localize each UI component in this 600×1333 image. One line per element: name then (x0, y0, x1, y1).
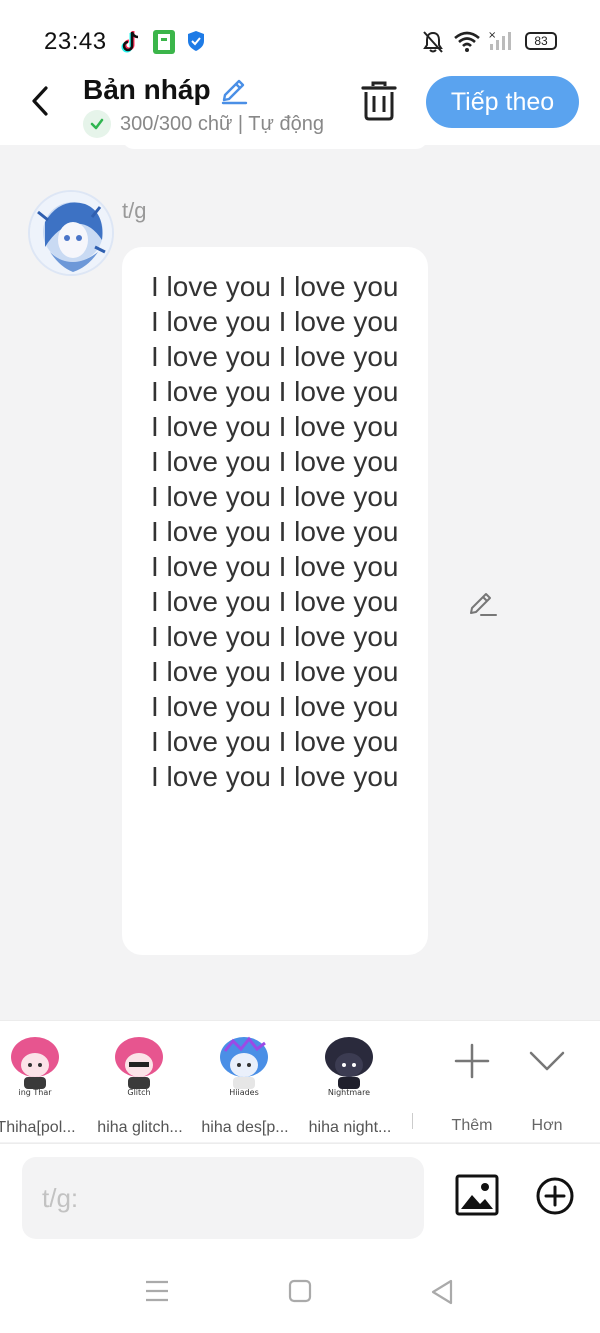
svg-text:Hiiades: Hiiades (229, 1088, 259, 1097)
character-label: Thiha[pol... (0, 1119, 76, 1136)
character-label: hiha night... (308, 1119, 392, 1136)
word-count-status: 300/300 chữ | Tự động (120, 112, 324, 135)
back-nav-icon[interactable] (430, 1279, 454, 1305)
shield-icon (188, 31, 204, 51)
character-item[interactable]: Glitch hiha glitch... (90, 1031, 190, 1141)
chevron-down-icon (529, 1051, 565, 1071)
battery-icon: 83 (525, 32, 557, 50)
expand-label: Hơn (531, 1117, 563, 1134)
title-row: Bản nháp (83, 72, 249, 108)
character-bar: ing Thar Thiha[pol... Glitch hiha glitch… (0, 1020, 600, 1142)
back-button[interactable] (26, 84, 56, 118)
edit-message-icon[interactable] (467, 587, 497, 617)
more-characters-button[interactable]: Thêm (442, 1037, 502, 1137)
character-avatar: Hiiades (220, 1036, 268, 1097)
divider (412, 1113, 413, 1129)
add-icon[interactable] (535, 1176, 575, 1216)
plus-icon (454, 1043, 490, 1079)
page-title: Bản nháp (83, 74, 211, 105)
home-icon[interactable] (288, 1279, 312, 1303)
more-label: Thêm (451, 1117, 493, 1134)
mute-bell-icon (423, 31, 443, 53)
svg-text:Glitch: Glitch (127, 1088, 150, 1097)
previous-message-edge (122, 137, 428, 149)
input-bar (0, 1143, 600, 1253)
system-nav-bar (0, 1253, 600, 1333)
signal-icon: × (488, 30, 511, 50)
status-bar: 23:43 × 83 (0, 0, 600, 70)
expand-button[interactable]: Hơn (517, 1037, 577, 1137)
sender-name: t/g (122, 198, 147, 223)
character-avatar: Nightmare (325, 1037, 373, 1097)
character-avatar: ing Thar (11, 1037, 59, 1097)
status-time: 23:43 (44, 28, 107, 55)
wifi-icon (454, 31, 480, 52)
character-item[interactable]: Hiiades hiha des[p... (195, 1031, 295, 1141)
tiktok-icon (121, 31, 139, 53)
character-item[interactable]: Nightmare hiha night... (300, 1031, 400, 1141)
check-icon (83, 110, 111, 138)
next-button[interactable]: Tiếp theo (426, 76, 579, 128)
image-icon[interactable] (455, 1173, 499, 1217)
app-icon (153, 30, 175, 54)
subtitle-row: 300/300 chữ | Tự động (83, 110, 324, 138)
svg-text:×: × (488, 30, 496, 41)
message-input[interactable] (22, 1157, 424, 1239)
message-bubble[interactable]: I love you I love you I love you I love … (122, 247, 428, 955)
menu-icon[interactable] (144, 1279, 170, 1303)
message-text: I love you I love you I love you I love … (151, 271, 399, 792)
svg-text:ing Thar: ing Thar (18, 1088, 52, 1097)
character-label: hiha des[p... (201, 1119, 289, 1136)
trash-icon[interactable] (360, 80, 398, 122)
svg-text:Nightmare: Nightmare (328, 1088, 370, 1097)
character-avatar: Glitch (115, 1037, 163, 1097)
avatar[interactable] (28, 190, 114, 276)
edit-title-icon[interactable] (219, 75, 249, 105)
header: Bản nháp 300/300 chữ | Tự động Tiếp theo (0, 70, 600, 145)
character-label: hiha glitch... (97, 1119, 183, 1136)
character-item[interactable]: ing Thar Thiha[pol... (0, 1031, 86, 1141)
